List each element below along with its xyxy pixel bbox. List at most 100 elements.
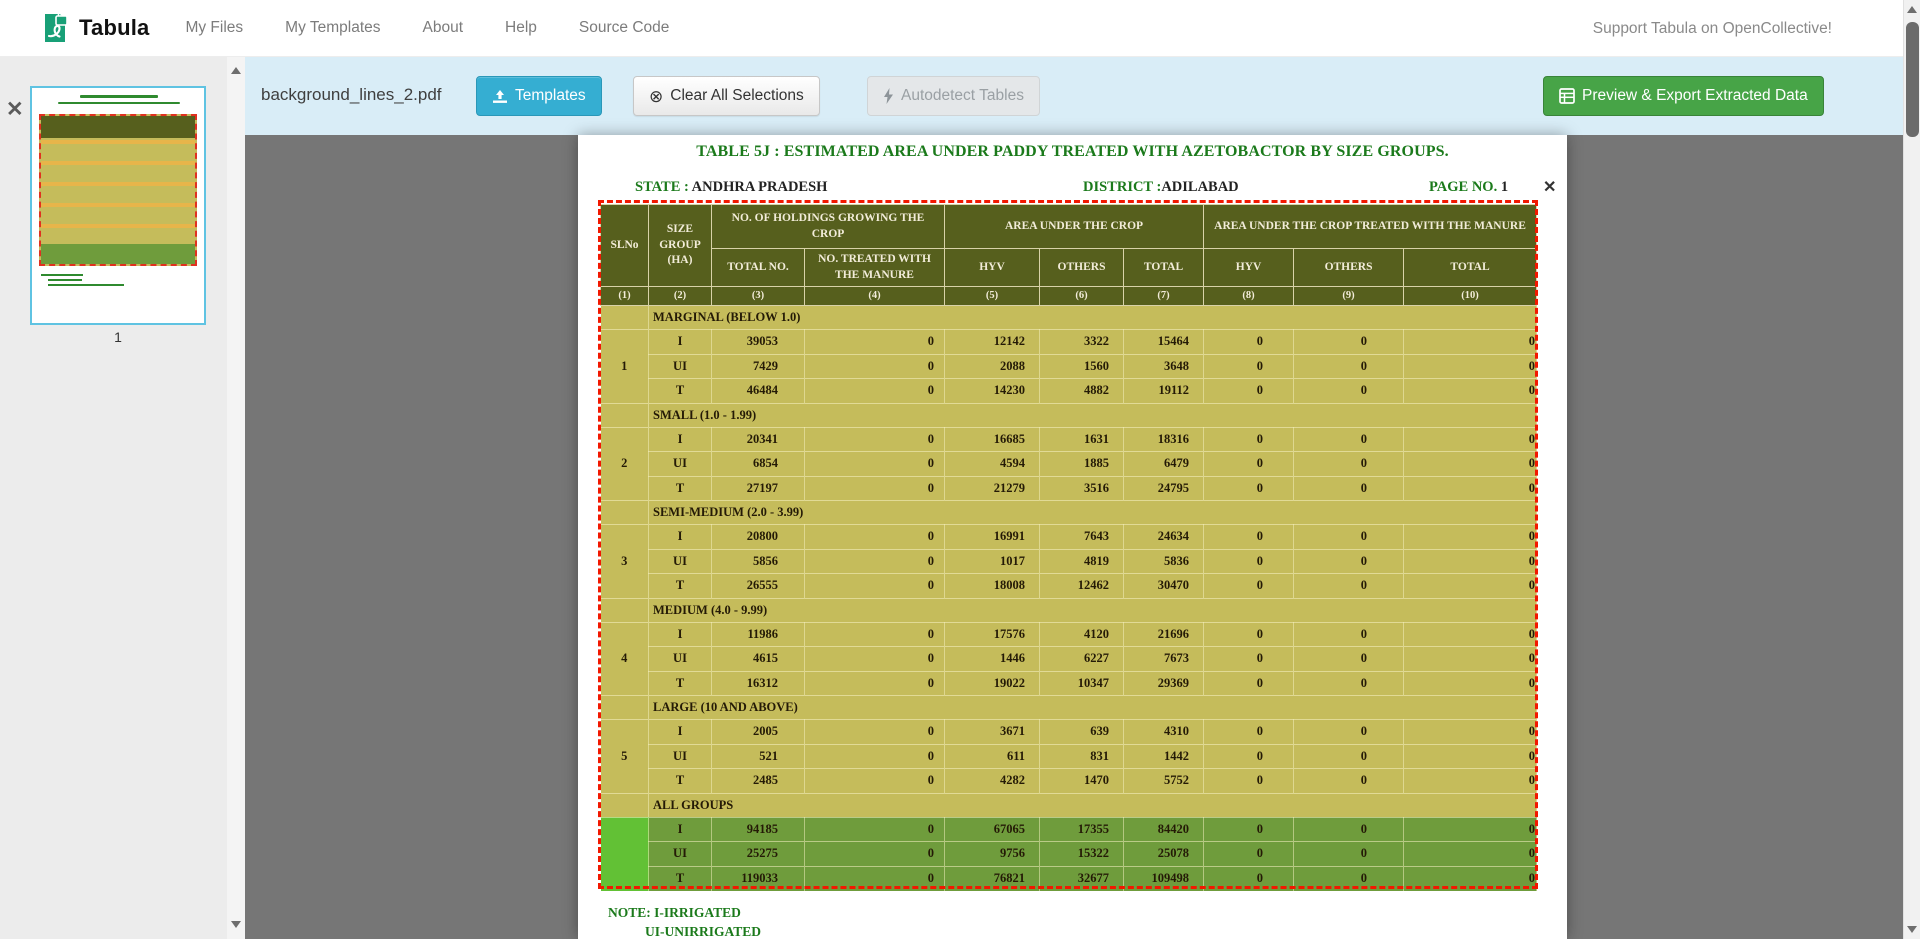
subcol-3: OTHERS [1040,249,1124,287]
scrollbar-thumb[interactable] [1906,22,1919,137]
scroll-down-icon[interactable] [1907,926,1917,933]
brand[interactable]: Tabula [40,10,149,46]
value-cell: 14230 [945,379,1040,404]
value-cell: 0 [1294,842,1404,867]
value-cell: 0 [1404,720,1537,745]
value-cell: 0 [1204,525,1294,550]
value-cell: 15322 [1040,842,1124,867]
value-cell: 0 [1294,525,1404,550]
table-row: UI74290208815603648000 [601,354,1537,379]
value-cell: 11986 [712,622,805,647]
nav-about[interactable]: About [423,19,464,37]
value-cell: 0 [1404,525,1537,550]
value-cell: 0 [805,330,945,355]
autodetect-tables-button[interactable]: Autodetect Tables [867,76,1040,116]
value-cell: 0 [1204,622,1294,647]
value-cell: 109498 [1124,866,1204,891]
value-cell: 0 [805,671,945,696]
value-cell: 0 [1404,647,1537,672]
nav-my-files[interactable]: My Files [185,19,243,37]
nav-help[interactable]: Help [505,19,537,37]
value-cell: 3671 [945,720,1040,745]
value-cell: 6854 [712,452,805,477]
irrigation-type: T [649,476,712,501]
irrigation-type: T [649,574,712,599]
value-cell: 19112 [1124,379,1204,404]
group-label-row: ALL GROUPS [601,793,1537,817]
tabula-logo-icon [40,10,70,46]
col-number: (7) [1124,287,1204,306]
page-thumbnail[interactable] [30,86,206,325]
irrigation-type: I [649,525,712,550]
support-link[interactable]: Support Tabula on OpenCollective! [1593,0,1832,57]
preview-export-button[interactable]: Preview & Export Extracted Data [1543,76,1824,116]
value-cell: 0 [805,744,945,769]
subcol-7: TOTAL [1404,249,1537,287]
remove-file-icon[interactable]: ✕ [6,97,24,122]
clear-selections-label: Clear All Selections [670,87,804,105]
value-cell: 611 [945,744,1040,769]
templates-button[interactable]: Templates [476,76,602,116]
irrigation-type: I [649,330,712,355]
col-number: (6) [1040,287,1124,306]
sl-cell [601,501,649,525]
subcol-1: NO. TREATED WITH THE MANURE [805,249,945,287]
value-cell: 0 [1204,866,1294,891]
pdf-table-title: TABLE 5J : ESTIMATED AREA UNDER PADDY TR… [578,143,1567,161]
nav-my-templates[interactable]: My Templates [285,19,380,37]
clear-all-selections-button[interactable]: ⊗ Clear All Selections [633,76,820,116]
selection-close-icon[interactable]: ✕ [1543,177,1556,197]
value-cell: 0 [1204,720,1294,745]
value-cell: 32677 [1040,866,1124,891]
col-number: (5) [945,287,1040,306]
value-cell: 0 [1294,720,1404,745]
value-cell: 0 [1204,476,1294,501]
value-cell: 17576 [945,622,1040,647]
value-cell: 0 [1404,330,1537,355]
table-row: 4I11986017576412021696000 [601,622,1537,647]
value-cell: 18316 [1124,427,1204,452]
nav-source-code[interactable]: Source Code [579,19,669,37]
col-number: (9) [1294,287,1404,306]
group-label: SEMI-MEDIUM (2.0 - 3.99) [649,501,1537,525]
templates-icon [492,89,508,104]
col-slno: SLNo [601,205,649,287]
sidebar-scrollbar[interactable] [227,57,245,939]
value-cell: 0 [805,452,945,477]
value-cell: 831 [1040,744,1124,769]
sidebar-scroll-up-icon[interactable] [231,67,241,74]
value-cell: 24795 [1124,476,1204,501]
colgroup-area: AREA UNDER THE CROP [945,205,1204,249]
value-cell: 0 [1204,817,1294,842]
subcol-2: HYV [945,249,1040,287]
sidebar-scroll-down-icon[interactable] [231,921,241,928]
value-cell: 1442 [1124,744,1204,769]
table-row: UI68540459418856479000 [601,452,1537,477]
value-cell: 16685 [945,427,1040,452]
value-cell: 7673 [1124,647,1204,672]
value-cell: 0 [1294,427,1404,452]
value-cell: 5752 [1124,769,1204,794]
subcol-6: OTHERS [1294,249,1404,287]
table-row: UI25275097561532225078000 [601,842,1537,867]
irrigation-type: I [649,427,712,452]
scroll-up-icon[interactable] [1907,6,1917,13]
irrigation-type: T [649,379,712,404]
table-row: T27197021279351624795000 [601,476,1537,501]
value-cell: 1446 [945,647,1040,672]
group-label: LARGE (10 AND ABOVE) [649,696,1537,720]
table-row: 2I20341016685163118316000 [601,427,1537,452]
value-cell: 17355 [1040,817,1124,842]
page-no-field: PAGE NO. 1 [1429,179,1508,196]
pdf-page[interactable]: TABLE 5J : ESTIMATED AREA UNDER PADDY TR… [578,135,1567,939]
value-cell: 0 [1204,671,1294,696]
thumbnail-page-number: 1 [30,329,206,345]
autodetect-label: Autodetect Tables [901,87,1024,105]
clear-selections-icon: ⊗ [649,88,663,105]
window-scrollbar[interactable] [1903,0,1920,939]
value-cell: 0 [1404,549,1537,574]
value-cell: 20341 [712,427,805,452]
value-cell: 0 [1294,769,1404,794]
value-cell: 0 [805,817,945,842]
value-cell: 2485 [712,769,805,794]
